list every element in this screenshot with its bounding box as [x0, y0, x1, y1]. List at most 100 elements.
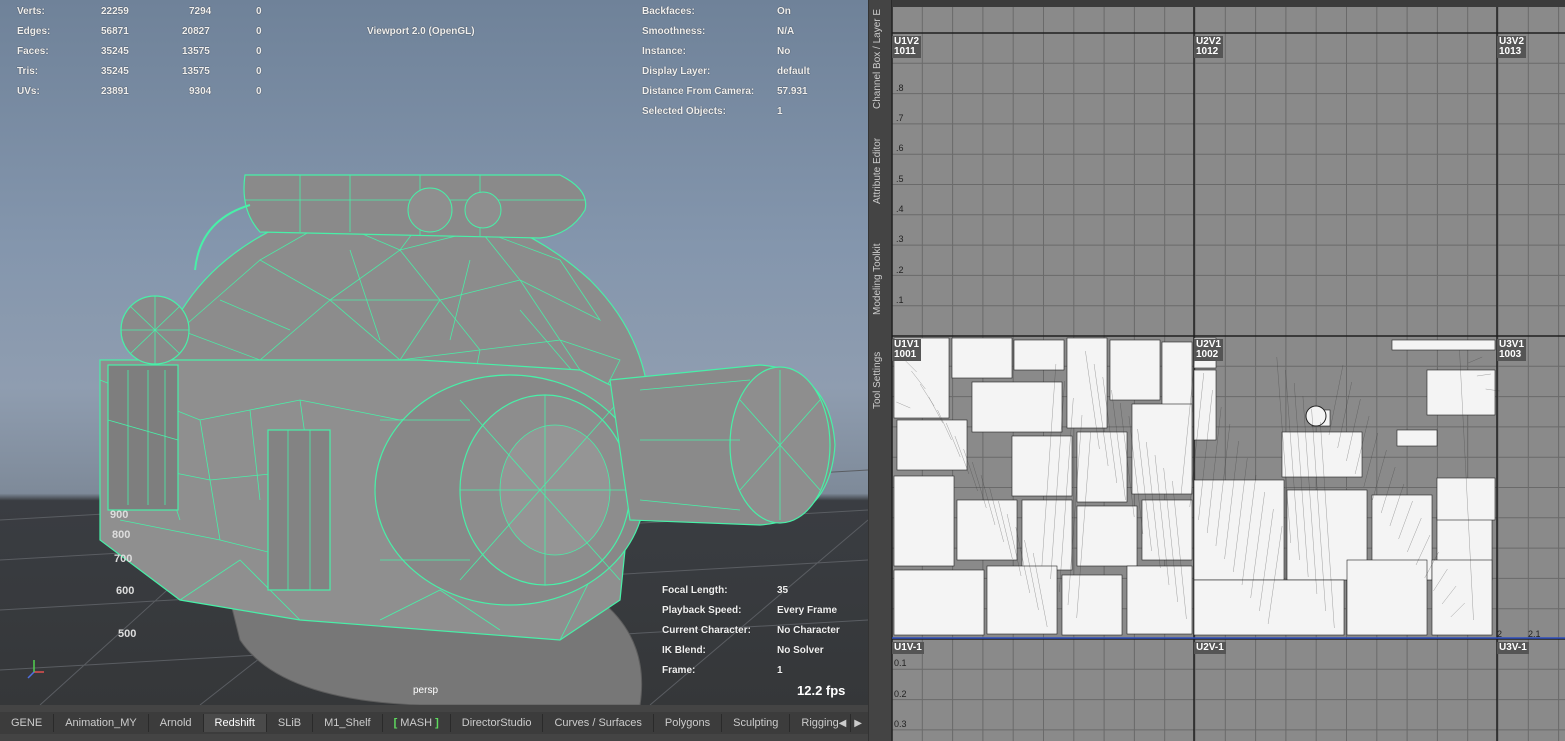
uv-tile-label: U2V2 1012 — [1194, 36, 1224, 58]
left-post — [107, 364, 179, 511]
uv-shell[interactable] — [1431, 559, 1493, 636]
hud-playback-value: Every Frame — [777, 605, 838, 616]
hud-verts-c: 0 — [256, 6, 262, 17]
uv-v-tick: 0.3 — [894, 719, 907, 729]
hud-instance-value: No — [777, 46, 791, 57]
grid-number: 500 — [118, 628, 137, 640]
shelf-tab-mash[interactable]: MASH — [383, 714, 451, 732]
hud-uvs-label: UVs: — [17, 86, 40, 97]
hud-character-label: Current Character: — [662, 625, 751, 636]
hud-uvs-b: 9304 — [189, 86, 212, 97]
scroll-right-icon[interactable]: ▶ — [854, 718, 862, 729]
camera-name: persp — [413, 685, 439, 696]
tab-tool-settings[interactable]: Tool Settings — [872, 344, 890, 416]
small-post — [267, 429, 331, 591]
uv-tile-label: U1V2 1011 — [892, 36, 922, 58]
hud-edges-b: 20827 — [182, 26, 210, 37]
hud-edges-c: 0 — [256, 26, 262, 37]
tab-channel-box[interactable]: Channel Box / Layer E — [872, 4, 890, 114]
hud-tris-c: 0 — [256, 66, 262, 77]
hud-focal-value: 35 — [777, 585, 789, 596]
hud-ik-value: No Solver — [777, 645, 824, 656]
hud-distance-label: Distance From Camera: — [642, 86, 755, 97]
uv-shell[interactable] — [1436, 477, 1496, 521]
tab-modeling-toolkit[interactable]: Modeling Toolkit — [872, 232, 890, 327]
uv-v-tick: .5 — [896, 174, 904, 184]
shelf-tab-sculpting[interactable]: Sculpting — [722, 714, 791, 732]
hud-faces-b: 13575 — [182, 46, 210, 57]
uv-tile-label: U2V-1 — [1194, 642, 1226, 654]
uv-shell[interactable] — [1013, 339, 1065, 371]
uv-shell[interactable] — [1305, 405, 1327, 427]
uv-v-tick: .1 — [896, 295, 904, 305]
uv-editor[interactable]: U1V2 1011 U2V2 1012 U3V2 1013 U1V1 1001 U2V1… — [892, 0, 1565, 741]
shelf-tab-directorstudio[interactable]: DirectorStudio — [451, 714, 544, 732]
uv-shell[interactable] — [893, 475, 955, 567]
uv-shell[interactable] — [956, 499, 1018, 561]
uv-edge — [1468, 356, 1483, 364]
grid-number: 600 — [116, 585, 135, 597]
uv-shell[interactable] — [1109, 339, 1161, 401]
shelf-icon-strip — [0, 734, 868, 741]
hud-backfaces-label: Backfaces: — [642, 6, 695, 17]
uv-shell[interactable] — [1131, 403, 1193, 495]
uv-shell[interactable] — [893, 569, 985, 636]
uv-shell[interactable] — [1141, 499, 1193, 561]
scroll-left-icon[interactable]: ◀ — [839, 718, 847, 729]
uv-shell[interactable] — [951, 337, 1013, 379]
uv-shell[interactable] — [896, 419, 968, 471]
shelf-tab-arnold[interactable]: Arnold — [149, 714, 204, 732]
perspective-viewport[interactable]: 900 800 700 600 500 Verts: 22259 7294 0 … — [0, 0, 868, 705]
grid-number: 800 — [112, 529, 131, 541]
uv-v-tick: 0.2 — [894, 689, 907, 699]
uv-grid[interactable] — [892, 0, 1565, 741]
hud-focal-label: Focal Length: — [662, 585, 728, 596]
fps-counter: 12.2 fps — [797, 683, 846, 698]
camera-details-hud: Focal Length: 35 Playback Speed: Every F… — [662, 585, 862, 685]
side-panel-tabs: Channel Box / Layer E Attribute Editor M… — [868, 0, 892, 741]
uv-shell[interactable] — [1193, 369, 1217, 441]
hud-uvs-a: 23891 — [101, 86, 129, 97]
shelf-tab-redshift[interactable]: Redshift — [203, 714, 267, 732]
uv-shell[interactable] — [1193, 579, 1345, 636]
uv-shell[interactable] — [1346, 559, 1428, 636]
hud-edges-label: Edges: — [17, 26, 51, 37]
hud-display-layer-label: Display Layer: — [642, 66, 711, 77]
uv-shell[interactable] — [1281, 431, 1363, 478]
hud-verts-b: 7294 — [189, 6, 212, 17]
uv-shell[interactable] — [1076, 505, 1138, 567]
top-scope-lens-1 — [407, 187, 453, 233]
uv-shell[interactable] — [1391, 339, 1496, 351]
hud-faces-label: Faces: — [17, 46, 49, 57]
hud-uvs-c: 0 — [256, 86, 262, 97]
hud-faces-c: 0 — [256, 46, 262, 57]
top-scope-lens-2 — [464, 191, 502, 229]
uv-v-tick: .7 — [896, 113, 904, 123]
uv-shell[interactable] — [1061, 574, 1123, 636]
uv-shell[interactable] — [1161, 341, 1193, 413]
shelf-tab-curves-surfaces[interactable]: Curves / Surfaces — [543, 714, 654, 732]
hud-tris-a: 35245 — [101, 66, 129, 77]
shelf-tab-slib[interactable]: SLiB — [267, 714, 314, 732]
tab-attribute-editor[interactable]: Attribute Editor — [872, 126, 890, 216]
hud-tris-b: 13575 — [182, 66, 210, 77]
hud-ik-label: IK Blend: — [662, 645, 706, 656]
shelf-tab-polygons[interactable]: Polygons — [654, 714, 723, 732]
uv-shell[interactable] — [1011, 435, 1073, 497]
uv-tile-label: U1V-1 — [892, 642, 924, 654]
axis-gizmo-icon — [27, 660, 44, 679]
uv-shell[interactable] — [1076, 431, 1128, 503]
uv-shell[interactable] — [1396, 429, 1438, 447]
shelf-tab-animation-my[interactable]: Animation_MY — [54, 714, 149, 732]
uv-tile-label: U3V-1 — [1497, 642, 1529, 654]
shelf-tab-m1-shelf[interactable]: M1_Shelf — [313, 714, 383, 732]
hud-distance-value: 57.931 — [777, 86, 808, 97]
object-details-hud: Backfaces: On Smoothness: N/A Instance: … — [642, 6, 862, 126]
uv-shell[interactable] — [1021, 499, 1073, 571]
uv-shell[interactable] — [971, 381, 1063, 433]
hud-smoothness-label: Smoothness: — [642, 26, 706, 37]
shelf-tab-gene[interactable]: GENE — [0, 714, 55, 732]
uv-u-tick: 2 — [1497, 629, 1503, 639]
hud-display-layer-value: default — [777, 66, 810, 77]
hud-playback-label: Playback Speed: — [662, 605, 742, 616]
